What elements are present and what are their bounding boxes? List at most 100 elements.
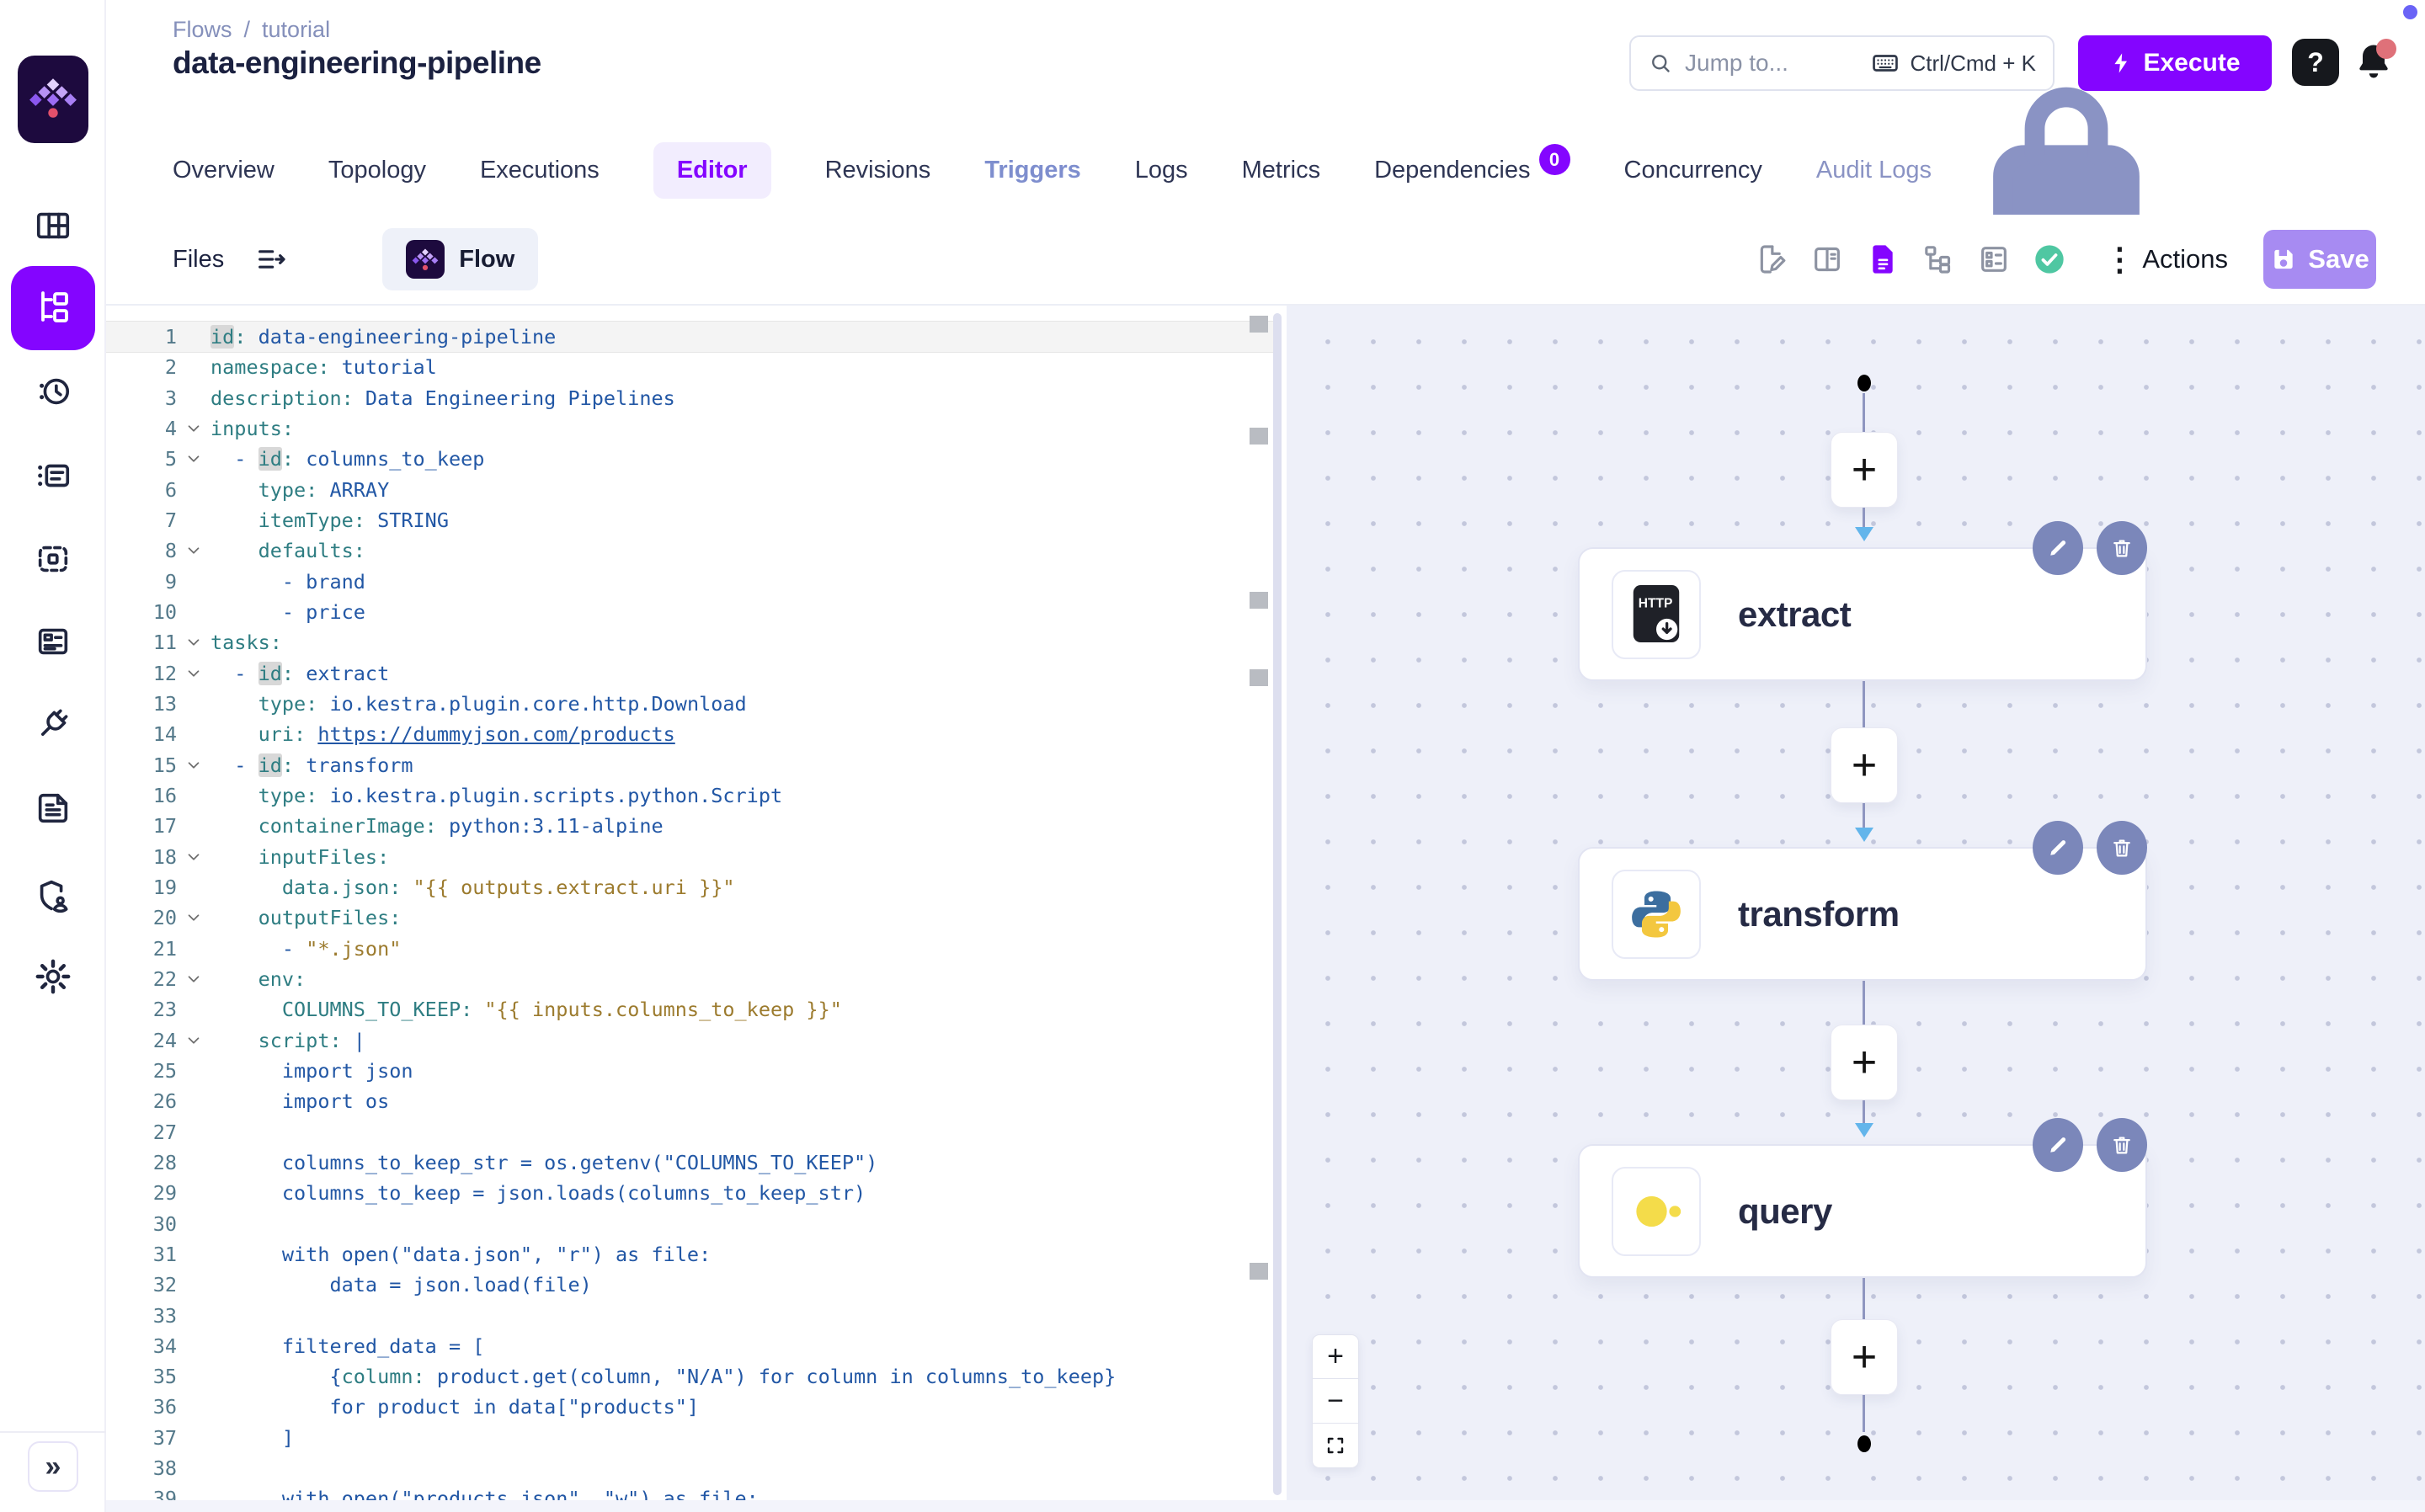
- delete-task-button[interactable]: [2097, 821, 2147, 875]
- tab-executions[interactable]: Executions: [480, 157, 600, 184]
- topology-view-icon-button[interactable]: [1921, 242, 1955, 276]
- code-line-34[interactable]: 34 filtered_data = [: [106, 1331, 1273, 1361]
- delete-task-button[interactable]: [2097, 521, 2147, 575]
- code-line-30[interactable]: 30: [106, 1209, 1273, 1239]
- kestra-logo[interactable]: [18, 56, 88, 143]
- code-line-15[interactable]: 15 - id: transform: [106, 750, 1273, 780]
- tab-concurrency[interactable]: Concurrency: [1624, 157, 1762, 184]
- code-line-33[interactable]: 33: [106, 1301, 1273, 1331]
- save-button[interactable]: Save: [2263, 230, 2376, 289]
- code-line-39[interactable]: 39 with open("products.json", "w") as fi…: [106, 1483, 1273, 1500]
- fold-chevron-icon[interactable]: [177, 627, 211, 658]
- code-line-26[interactable]: 26 import os: [106, 1086, 1273, 1116]
- code-line-36[interactable]: 36 for product in data["products"]: [106, 1392, 1273, 1422]
- edit-task-button[interactable]: [2033, 821, 2083, 875]
- task-node-query[interactable]: query: [1578, 1144, 2147, 1278]
- no-code-view-icon-button[interactable]: [1977, 242, 2011, 276]
- code-line-4[interactable]: 4inputs:: [106, 413, 1273, 444]
- sidebar-item-blueprints[interactable]: [0, 622, 106, 665]
- doc-view-icon-button-active[interactable]: [1866, 242, 1900, 276]
- code-line-3[interactable]: 3description: Data Engineering Pipelines: [106, 383, 1273, 413]
- code-line-11[interactable]: 11tasks:: [106, 627, 1273, 658]
- code-line-35[interactable]: 35 {column: product.get(column, "N/A") f…: [106, 1361, 1273, 1392]
- tab-triggers[interactable]: Triggers: [984, 157, 1080, 184]
- add-task-button[interactable]: +: [1831, 432, 1898, 508]
- code-line-12[interactable]: 12 - id: extract: [106, 658, 1273, 689]
- breadcrumb-namespace[interactable]: tutorial: [262, 17, 330, 43]
- code-line-29[interactable]: 29 columns_to_keep = json.loads(columns_…: [106, 1178, 1273, 1208]
- edit-task-button[interactable]: [2033, 521, 2083, 575]
- kebab-menu-icon[interactable]: ⋮: [2103, 241, 2135, 279]
- code-line-13[interactable]: 13 type: io.kestra.plugin.core.http.Down…: [106, 689, 1273, 719]
- edit-file-icon-button[interactable]: [1755, 242, 1788, 276]
- help-button[interactable]: ?: [2292, 39, 2339, 86]
- notifications-button[interactable]: [2349, 37, 2398, 86]
- fold-chevron-icon[interactable]: [177, 750, 211, 780]
- fit-view-button[interactable]: [1312, 1424, 1359, 1468]
- fold-chevron-icon[interactable]: [177, 413, 211, 444]
- sidebar-item-executions[interactable]: [0, 372, 106, 415]
- tab-dependencies[interactable]: Dependencies 0: [1374, 155, 1570, 186]
- code-line-22[interactable]: 22 env:: [106, 964, 1273, 994]
- edit-task-button[interactable]: [2033, 1118, 2083, 1172]
- code-line-37[interactable]: 37 ]: [106, 1423, 1273, 1453]
- code-line-32[interactable]: 32 data = json.load(file): [106, 1270, 1273, 1300]
- actions-button[interactable]: Actions: [2142, 244, 2228, 274]
- tab-revisions[interactable]: Revisions: [825, 157, 931, 184]
- sidebar-item-namespaces[interactable]: [0, 540, 106, 583]
- task-node-transform[interactable]: transform: [1578, 847, 2147, 981]
- code-editor[interactable]: 1id: data-engineering-pipeline2namespace…: [106, 306, 1273, 1500]
- add-task-button[interactable]: +: [1831, 727, 1898, 803]
- zoom-in-button[interactable]: +: [1312, 1334, 1359, 1379]
- tab-metrics[interactable]: Metrics: [1242, 157, 1320, 184]
- code-line-7[interactable]: 7 itemType: STRING: [106, 505, 1273, 535]
- fold-chevron-icon[interactable]: [177, 444, 211, 474]
- fold-chevron-icon[interactable]: [177, 902, 211, 933]
- flow-file-tab[interactable]: Flow: [382, 228, 538, 290]
- code-line-1[interactable]: 1id: data-engineering-pipeline: [106, 322, 1273, 352]
- tab-logs[interactable]: Logs: [1135, 157, 1188, 184]
- sidebar-expand-button[interactable]: »: [28, 1441, 78, 1492]
- side-by-side-view-icon-button[interactable]: [1810, 242, 1844, 276]
- tab-topology[interactable]: Topology: [328, 157, 426, 184]
- sidebar-item-flows[interactable]: [11, 266, 95, 350]
- task-node-extract[interactable]: HTTP extract: [1578, 547, 2147, 681]
- topology-canvas[interactable]: + HTTP extract + transform + query + + −: [1287, 306, 2425, 1500]
- breadcrumb-flows[interactable]: Flows: [173, 17, 232, 43]
- code-line-17[interactable]: 17 containerImage: python:3.11-alpine: [106, 811, 1273, 841]
- code-line-10[interactable]: 10 - price: [106, 597, 1273, 627]
- fold-chevron-icon[interactable]: [177, 1025, 211, 1056]
- code-line-9[interactable]: 9 - brand: [106, 567, 1273, 597]
- sidebar-item-settings[interactable]: [0, 957, 106, 1000]
- fold-chevron-icon[interactable]: [177, 964, 211, 994]
- sidebar-item-plugins[interactable]: [0, 705, 106, 748]
- code-line-2[interactable]: 2namespace: tutorial: [106, 352, 1273, 382]
- sidebar-item-administration[interactable]: [0, 876, 106, 919]
- code-line-21[interactable]: 21 - "*.json": [106, 934, 1273, 964]
- editor-splitter-scrollbar[interactable]: [1273, 313, 1282, 1495]
- code-line-8[interactable]: 8 defaults:: [106, 535, 1273, 566]
- code-line-16[interactable]: 16 type: io.kestra.plugin.scripts.python…: [106, 780, 1273, 811]
- code-line-23[interactable]: 23 COLUMNS_TO_KEEP: "{{ inputs.columns_t…: [106, 994, 1273, 1025]
- code-line-25[interactable]: 25 import json: [106, 1056, 1273, 1086]
- tab-editor[interactable]: Editor: [653, 142, 771, 199]
- code-line-19[interactable]: 19 data.json: "{{ outputs.extract.uri }}…: [106, 872, 1273, 902]
- sidebar-item-logs[interactable]: [0, 456, 106, 499]
- fold-chevron-icon[interactable]: [177, 658, 211, 689]
- delete-task-button[interactable]: [2097, 1118, 2147, 1172]
- sidebar-item-dashboard[interactable]: [0, 206, 106, 249]
- code-line-20[interactable]: 20 outputFiles:: [106, 902, 1273, 933]
- fold-chevron-icon[interactable]: [177, 535, 211, 566]
- files-panel-toggle[interactable]: [254, 242, 288, 276]
- code-line-28[interactable]: 28 columns_to_keep_str = os.getenv("COLU…: [106, 1147, 1273, 1178]
- code-line-31[interactable]: 31 with open("data.json", "r") as file:: [106, 1239, 1273, 1270]
- code-line-38[interactable]: 38: [106, 1453, 1273, 1483]
- fold-chevron-icon[interactable]: [177, 842, 211, 872]
- code-line-27[interactable]: 27: [106, 1117, 1273, 1147]
- zoom-out-button[interactable]: −: [1312, 1379, 1359, 1424]
- code-line-5[interactable]: 5 - id: columns_to_keep: [106, 444, 1273, 474]
- code-line-18[interactable]: 18 inputFiles:: [106, 842, 1273, 872]
- add-task-button[interactable]: +: [1831, 1319, 1898, 1395]
- code-line-24[interactable]: 24 script: |: [106, 1025, 1273, 1056]
- add-task-button[interactable]: +: [1831, 1025, 1898, 1100]
